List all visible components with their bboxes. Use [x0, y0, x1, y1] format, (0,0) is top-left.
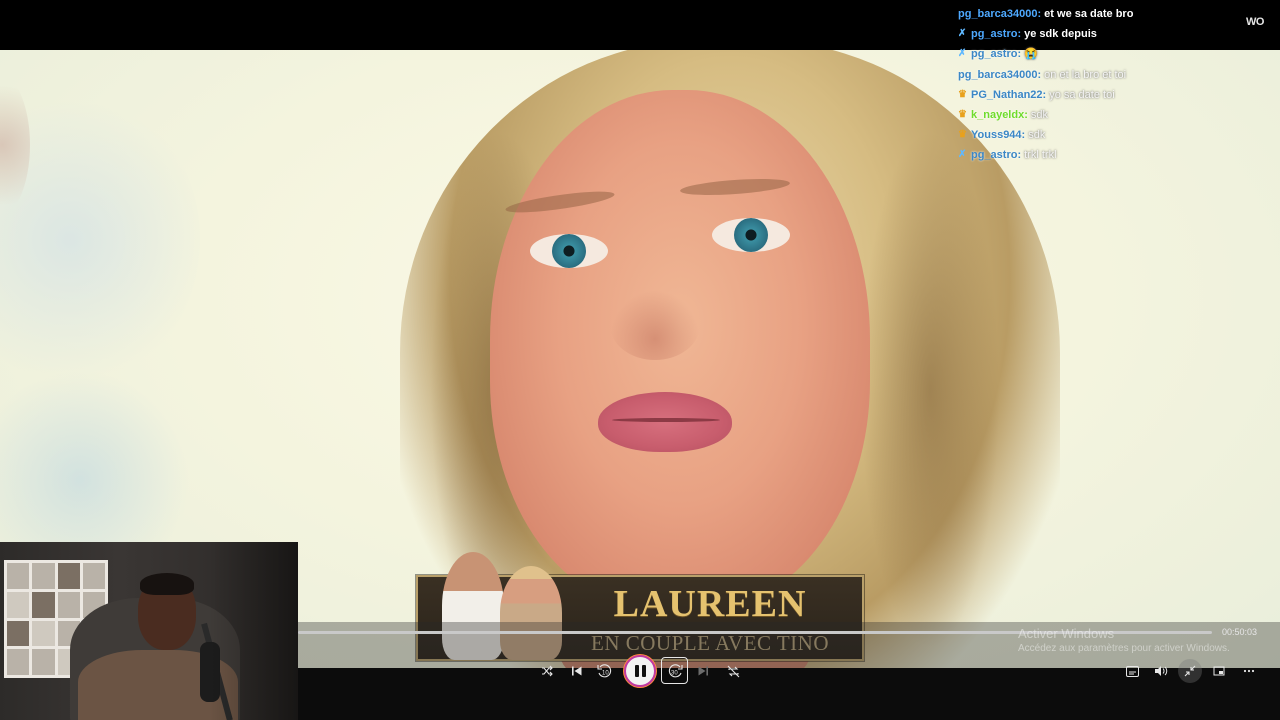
channel-logo: WO — [1246, 16, 1264, 28]
chat-message: pg_barca34000: et we sa date bro — [958, 4, 1258, 24]
repeat-off-icon[interactable] — [722, 660, 744, 682]
pause-button[interactable] — [624, 655, 656, 687]
chat-text: yo sa date toi — [1049, 88, 1115, 101]
svg-text:30: 30 — [671, 670, 678, 676]
rewind-10-icon[interactable]: 10 — [594, 660, 616, 682]
svg-text:10: 10 — [602, 671, 609, 677]
next-icon[interactable] — [692, 660, 714, 682]
chat-message: ✗ pg_astro: trkl trkl — [958, 145, 1258, 165]
sword-badge-icon: ✗ — [958, 28, 967, 40]
sword-badge-icon: ✗ — [958, 48, 967, 60]
current-time: 00:50:03 — [1222, 627, 1258, 637]
chat-username: pg_astro: — [971, 48, 1022, 61]
chat-text: ye sdk depuis — [1024, 28, 1097, 41]
chat-text: trkl trkl — [1024, 149, 1057, 162]
crown-badge-icon: ♛ — [958, 88, 967, 100]
more-icon[interactable] — [1238, 660, 1260, 682]
windows-activation-title: Activer Windows — [1018, 626, 1115, 641]
banner-name: LAUREEN — [613, 583, 807, 625]
chat-message: ♛ PG_Nathan22: yo sa date toi — [958, 85, 1258, 105]
chat-text: et we sa date bro — [1044, 8, 1134, 21]
chat-message: ♛ Youss944: sdk — [958, 125, 1258, 145]
forward-30-button[interactable]: 30 — [661, 657, 688, 684]
previous-icon[interactable] — [566, 660, 588, 682]
chat-text: on et la bro et toi — [1044, 68, 1127, 81]
chat-text: 😭 — [1024, 48, 1038, 61]
chat-message: pg_barca34000: on et la bro et toi — [958, 65, 1258, 85]
chat-message: ✗ pg_astro: ye sdk depuis — [958, 24, 1258, 44]
left-eye — [530, 234, 608, 268]
crown-badge-icon: ♛ — [958, 129, 967, 141]
chat-username: pg_barca34000: — [958, 8, 1042, 21]
chat-text: sdk — [1030, 109, 1048, 122]
subtitles-icon[interactable] — [1121, 660, 1143, 682]
right-eye — [712, 218, 790, 252]
chat-username: pg_barca34000: — [958, 68, 1042, 81]
chat-username: k_nayeldx: — [971, 109, 1028, 122]
mini-player-icon[interactable] — [1179, 660, 1201, 682]
webcam-overlay — [0, 542, 298, 720]
chat-username: PG_Nathan22: — [971, 88, 1047, 101]
chat-username: pg_astro: — [971, 149, 1022, 162]
crown-badge-icon: ♛ — [958, 109, 967, 121]
chat-overlay: pg_barca34000: et we sa date bro ✗ pg_as… — [958, 4, 1258, 166]
shuffle-icon[interactable] — [536, 660, 558, 682]
windows-activation-text: Accédez aux paramètres pour activer Wind… — [1018, 643, 1230, 654]
chat-username: pg_astro: — [971, 28, 1022, 41]
chat-message: ♛ k_nayeldx: sdk — [958, 105, 1258, 125]
lips — [598, 392, 732, 452]
sword-badge-icon: ✗ — [958, 149, 967, 161]
volume-icon[interactable] — [1150, 660, 1172, 682]
chat-message: ✗ pg_astro: 😭 — [958, 44, 1258, 64]
chat-text: sdk — [1028, 129, 1046, 142]
fullscreen-icon[interactable] — [1208, 660, 1230, 682]
chat-username: Youss944: — [971, 129, 1026, 142]
pause-icon — [634, 665, 639, 677]
